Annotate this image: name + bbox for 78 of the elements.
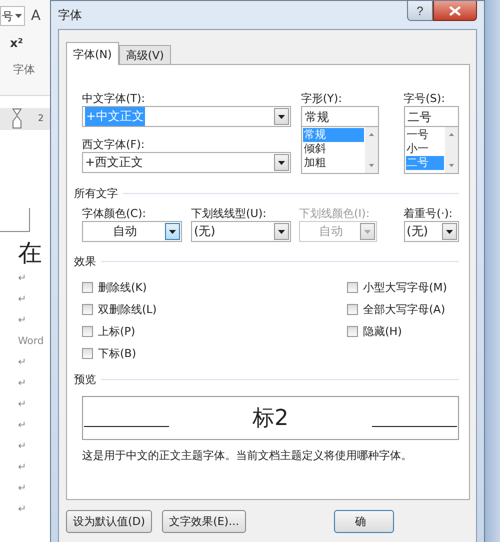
field-label: 中文字体(T): — [82, 91, 146, 106]
checkbox[interactable] — [82, 282, 93, 292]
section-heading: 效果 — [74, 254, 96, 269]
paragraph-mark: ↵ — [18, 272, 28, 286]
paragraph-mark: ↵ — [18, 440, 28, 454]
document-text: 在 — [18, 238, 43, 268]
superscript-button[interactable]: x² — [10, 36, 50, 50]
combo-value: 自动 — [112, 223, 138, 240]
list-item[interactable]: 加粗 — [302, 156, 364, 170]
list-item[interactable]: 一号 — [406, 128, 444, 142]
field-label: 字号(S): — [404, 91, 446, 106]
paragraph-mark: ↵ — [18, 293, 28, 307]
field-label: 下划线颜色(I): — [299, 206, 371, 221]
dialog-button[interactable]: 文字效果(E)... — [162, 510, 246, 533]
scroll-down-icon[interactable] — [449, 164, 454, 167]
window-title: 字体 — [58, 6, 82, 24]
checkbox-label: 下标(B) — [98, 346, 136, 360]
paragraph-mark: ↵ — [18, 482, 28, 496]
checkbox[interactable] — [347, 326, 358, 336]
combo-value: +中文正文 — [85, 107, 146, 126]
checkbox-label: 删除线(K) — [98, 280, 147, 294]
field-label: 下划线线型(U): — [191, 206, 268, 221]
help-button[interactable]: ? — [407, 1, 433, 21]
size-input[interactable]: 二号 — [404, 106, 459, 127]
combo-value: (无) — [194, 223, 216, 240]
combo-value: 自动 — [318, 223, 344, 240]
checkbox-label: 全部大写字母(A) — [363, 302, 446, 316]
close-icon — [449, 6, 461, 16]
scroll-down-icon[interactable] — [368, 164, 374, 167]
preview-note: 这是用于中文的正文主题字体。当前文档主题定义将使用哪种字体。 — [82, 448, 413, 463]
checkbox[interactable] — [347, 282, 358, 292]
grow-font-button[interactable]: A — [31, 8, 41, 24]
paragraph-mark: ↵ — [18, 314, 28, 328]
paragraph-mark: ↵ — [18, 356, 28, 370]
group-label: 字体 — [13, 62, 36, 77]
scrollbar[interactable] — [445, 127, 458, 173]
dropdown[interactable]: (无) — [404, 221, 460, 242]
dialog-button[interactable]: 确 — [334, 510, 394, 533]
style-input[interactable]: 常规 — [300, 106, 379, 127]
checkbox[interactable] — [82, 326, 93, 336]
checkbox-label: 上标(P) — [98, 324, 136, 338]
paragraph-mark: ↵ — [18, 419, 28, 433]
field-label: 着重号(·): — [404, 206, 454, 221]
close-button[interactable] — [433, 1, 477, 21]
list-item[interactable]: 小一 — [406, 142, 444, 156]
checkbox[interactable] — [82, 304, 93, 314]
dropdown[interactable]: (无) — [191, 221, 291, 242]
scrollbar[interactable] — [364, 127, 378, 173]
scroll-up-icon[interactable] — [449, 133, 454, 136]
preview-text: 标2 — [252, 405, 288, 433]
dialog-button[interactable]: 设为默认值(D) — [66, 510, 152, 533]
field-label: 西文字体(F): — [82, 137, 146, 152]
scroll-up-icon[interactable] — [368, 133, 374, 136]
checkbox-label: 小型大写字母(M) — [363, 280, 448, 294]
paragraph-mark: ↵ — [18, 503, 28, 517]
combo-value: +西文正文 — [85, 154, 144, 171]
tab[interactable]: 高级(V) — [118, 45, 171, 64]
checkbox[interactable] — [82, 348, 93, 358]
checkbox-label: 双删除线(L) — [98, 302, 157, 316]
font-size-box[interactable]: 号 — [0, 6, 25, 26]
paragraph-mark: Word — [18, 335, 45, 349]
text-box-corner — [0, 208, 30, 232]
paragraph-mark: ↵ — [18, 377, 28, 391]
paragraph-mark: ↵ — [18, 398, 28, 412]
western-font-combo[interactable]: +西文正文 — [82, 152, 291, 173]
field-label: 字形(Y): — [300, 91, 343, 106]
section-heading: 所有文字 — [74, 186, 118, 201]
combo-value: (无) — [406, 223, 430, 240]
section-heading: 预览 — [74, 372, 96, 387]
list-item[interactable]: 倾斜 — [302, 142, 364, 156]
ruler-number: 2 — [38, 114, 44, 124]
indent-marker-icon[interactable] — [12, 108, 22, 130]
checkbox[interactable] — [347, 304, 358, 314]
field-label: 字体颜色(C): — [82, 206, 147, 221]
checkbox-label: 隐藏(H) — [363, 324, 402, 338]
tab[interactable]: 字体(N) — [66, 42, 119, 65]
dropdown[interactable]: 自动 — [82, 221, 182, 242]
paragraph-mark: ↵ — [18, 461, 28, 475]
